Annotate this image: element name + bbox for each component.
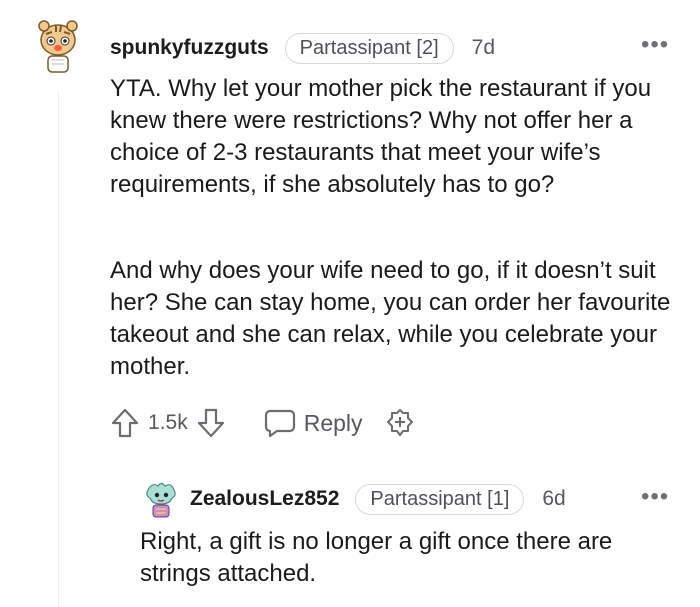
downvote-button[interactable]: [196, 407, 226, 439]
thread-line[interactable]: [58, 90, 59, 607]
reply-age: 6d: [542, 487, 566, 510]
comment-paragraph: YTA. Why let your mother pick the restau…: [110, 75, 652, 198]
upvote-button[interactable]: [110, 407, 140, 439]
comment-username[interactable]: spunkyfuzzguts: [110, 36, 269, 60]
reply-button[interactable]: Reply: [264, 408, 363, 438]
user-avatar[interactable]: [34, 14, 82, 76]
more-options-icon[interactable]: •••: [641, 33, 669, 57]
award-plus-icon: [386, 409, 413, 436]
comment-bubble-icon: [264, 409, 295, 438]
award-button[interactable]: [385, 408, 415, 438]
reply-header: ZealousLez852 Partassipant [1] 6d: [190, 483, 566, 515]
comment-age: 7d: [471, 36, 495, 59]
reply-label: Reply: [303, 409, 363, 436]
avatar-icon: [146, 482, 176, 518]
reply-text: Right, a gift is no longer a gift once t…: [140, 528, 613, 587]
more-options-icon[interactable]: •••: [641, 485, 669, 509]
comment-header: spunkyfuzzguts Partassipant [2] 7d: [110, 32, 495, 64]
comment-actions: 1.5k Reply: [110, 407, 415, 439]
reply-user-flair: Partassipant [1]: [355, 483, 525, 515]
reply-username[interactable]: ZealousLez852: [190, 487, 339, 511]
comment-paragraph: And why does your wife need to go, if it…: [110, 257, 671, 380]
downvote-arrow-icon: [197, 408, 224, 438]
avatar-icon: [38, 20, 78, 73]
upvote-arrow-icon: [111, 408, 139, 438]
reply-user-avatar[interactable]: [144, 480, 178, 518]
user-flair: Partassipant [2]: [284, 32, 454, 64]
vote-count: 1.5k: [148, 411, 188, 434]
